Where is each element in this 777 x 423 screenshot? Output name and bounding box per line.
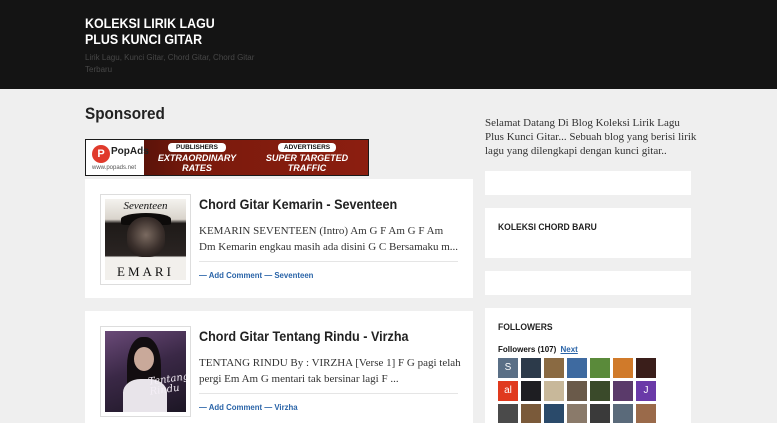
post-title[interactable]: Chord Gitar Tentang Rindu - Virzha <box>199 328 409 344</box>
popads-logo-icon: P <box>92 145 110 163</box>
post-divider <box>199 261 458 262</box>
widget-title: KOLEKSI CHORD BARU <box>498 222 597 233</box>
post-thumbnail[interactable]: Tentang Rindu <box>100 326 191 417</box>
follower-avatar[interactable]: J <box>636 381 656 401</box>
follower-avatar[interactable] <box>544 381 564 401</box>
popads-logo-url: www.popads.net <box>92 165 137 171</box>
follower-avatar[interactable] <box>498 404 518 423</box>
follower-avatar[interactable] <box>567 404 587 423</box>
post-snippet: KEMARIN SEVENTEEN (Intro) Am G F Am G F … <box>199 225 459 253</box>
follower-avatar[interactable]: al <box>498 381 518 401</box>
ad-pill-publishers: PUBLISHERS <box>168 143 226 152</box>
follower-avatar[interactable] <box>636 404 656 423</box>
thumb-script-text: Tentang Rindu <box>147 371 186 398</box>
post-meta: — Add Comment — Virzha <box>199 402 298 412</box>
sidebar-widget-empty <box>485 171 691 195</box>
followers-next-link[interactable]: Next <box>561 345 578 354</box>
follower-avatar[interactable] <box>567 358 587 378</box>
post-title[interactable]: Chord Gitar Kemarin - Seventeen <box>199 196 397 212</box>
widget-title: FOLLOWERS <box>498 322 553 333</box>
followers-label: Followers <box>498 345 536 354</box>
site-description: Lirik Lagu, Kunci Gitar, Chord Gitar, Ch… <box>85 53 255 74</box>
ad-pill-advertisers: ADVERTISERS <box>278 143 336 152</box>
face-shape <box>134 347 154 371</box>
koleksi-chord-widget: KOLEKSI CHORD BARU <box>485 208 691 258</box>
post-card: Seventeen EMARI Chord Gitar Kemarin - Se… <box>85 179 473 298</box>
follower-avatar[interactable]: S <box>498 358 518 378</box>
welcome-text: Selamat Datang Di Blog Koleksi Lirik Lag… <box>485 117 697 157</box>
follower-avatar[interactable] <box>521 404 541 423</box>
follower-avatar[interactable] <box>521 381 541 401</box>
meta-dash: — <box>262 402 275 412</box>
seventeen-cover-image: Seventeen EMARI <box>105 199 186 280</box>
popads-logo-text: PopAds <box>111 146 149 157</box>
follower-avatar[interactable] <box>567 381 587 401</box>
post-meta: — Add Comment — Seventeen <box>199 270 313 280</box>
meta-dash: — <box>262 270 275 280</box>
post-divider <box>199 393 458 394</box>
follower-avatar[interactable] <box>590 381 610 401</box>
post-thumbnail[interactable]: Seventeen EMARI <box>100 194 191 285</box>
label-link[interactable]: Virzha <box>274 402 297 412</box>
follower-avatar[interactable] <box>544 358 564 378</box>
followers-widget: FOLLOWERS Followers (107) Next Sal J <box>485 308 691 423</box>
ad-text-rates: RATES <box>182 163 212 173</box>
post-snippet: TENTANG RINDU By : VIRZHA [Verse 1] F G … <box>199 357 461 385</box>
ad-text-super-targeted: SUPER TARGETED <box>265 153 349 163</box>
follower-avatar[interactable] <box>613 381 633 401</box>
site-header: KOLEKSI LIRIK LAGU PLUS KUNCI GITAR Liri… <box>0 0 777 89</box>
followers-header: Followers (107) Next <box>498 345 578 354</box>
follower-avatar[interactable] <box>590 404 610 423</box>
meta-dash: — <box>199 402 209 412</box>
sponsored-heading: Sponsored <box>85 104 165 123</box>
meta-dash: — <box>199 270 209 280</box>
thumb-title: Seventeen <box>123 200 168 212</box>
label-link[interactable]: Seventeen <box>274 270 313 280</box>
followers-avatar-grid: Sal J <box>498 358 663 423</box>
followers-count: (107) <box>537 345 557 354</box>
add-comment-link[interactable]: Add Comment <box>209 402 262 412</box>
popads-logo: P PopAds www.popads.net <box>86 140 149 175</box>
follower-avatar[interactable] <box>521 358 541 378</box>
virzha-cover-image: Tentang Rindu <box>105 331 186 412</box>
ad-text-extraordinary: EXTRAORDINARY <box>157 153 237 163</box>
face-shape <box>127 217 165 257</box>
follower-avatar[interactable] <box>590 358 610 378</box>
post-card: Tentang Rindu Chord Gitar Tentang Rindu … <box>85 311 473 423</box>
thumb-bottom-text: EMARI <box>117 264 174 279</box>
follower-avatar[interactable] <box>613 358 633 378</box>
follower-avatar[interactable] <box>636 358 656 378</box>
site-title[interactable]: KOLEKSI LIRIK LAGU PLUS KUNCI GITAR <box>85 16 241 48</box>
follower-avatar[interactable] <box>613 404 633 423</box>
popads-ad-banner[interactable]: P PopAds www.popads.net PUBLISHERS ADVER… <box>85 139 369 176</box>
add-comment-link[interactable]: Add Comment <box>209 270 262 280</box>
sidebar-widget-empty <box>485 271 691 295</box>
ad-text-traffic: TRAFFIC <box>287 163 327 173</box>
follower-avatar[interactable] <box>544 404 564 423</box>
